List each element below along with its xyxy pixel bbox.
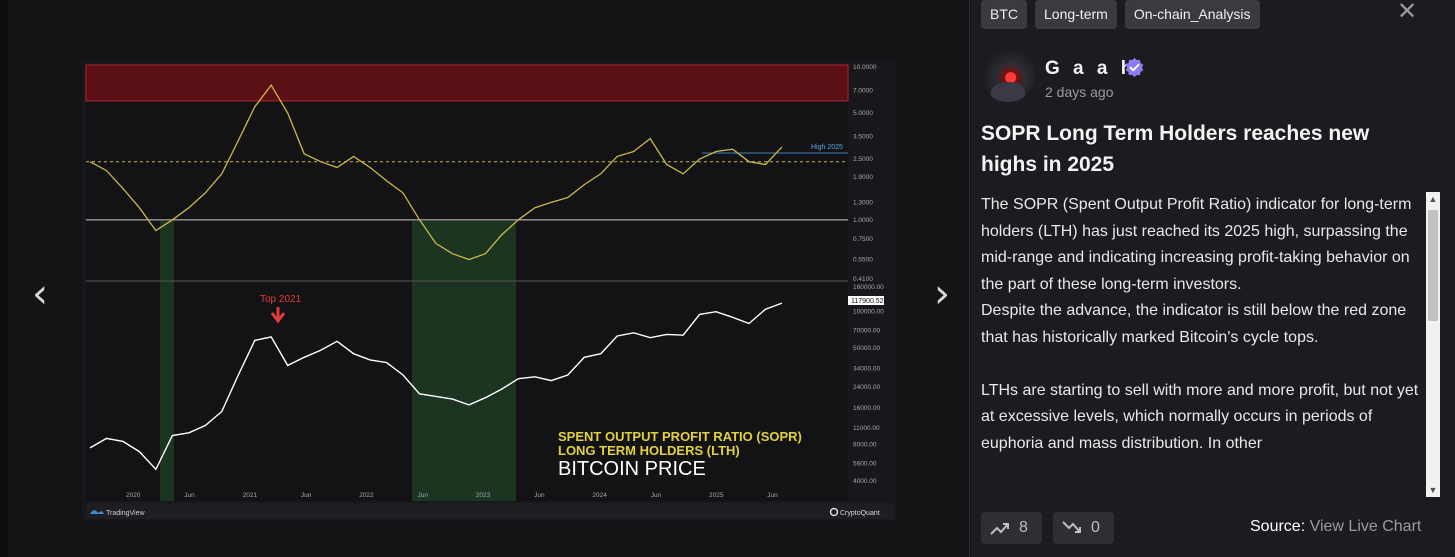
x-tick: Jun	[767, 492, 778, 499]
upper-y-tick: 0.5500	[853, 257, 873, 264]
upper-y-tick: 0.7500	[853, 236, 873, 243]
trending-down-icon	[1062, 521, 1081, 533]
close-icon[interactable]: ✕	[1396, 0, 1418, 24]
chart-svg: High 2025 10.0000 7.0000 5.0000 3.5000 2.500…	[85, 64, 894, 519]
lower-y-tick: 34000.00	[853, 365, 880, 372]
scrollbar[interactable]: ▲ ▼	[1426, 192, 1440, 497]
lower-y-tick: 70000.00	[853, 327, 880, 334]
top-2021-label: Top 2021	[260, 294, 302, 305]
lower-y-tick: 8000.00	[853, 442, 877, 449]
price-label: 117900.52	[851, 298, 884, 305]
upper-y-tick: 5.0000	[853, 110, 873, 117]
author-name[interactable]: G a a h	[1045, 58, 1136, 80]
red-zone	[85, 64, 849, 102]
post-title: SOPR Long Term Holders reaches new highs…	[981, 122, 1370, 176]
green-zone-2020	[160, 221, 174, 501]
x-tick: 2020	[126, 492, 141, 499]
source-line: Source: View Live Chart	[1250, 518, 1421, 536]
tag-btc[interactable]: BTC	[981, 0, 1027, 29]
x-tick: Jun	[534, 492, 545, 499]
lower-y-tick: 160000.00	[853, 284, 884, 291]
lower-y-tick: 4000.00	[853, 478, 877, 485]
upvote-button[interactable]: 8	[981, 512, 1042, 544]
x-tick: 2025	[709, 492, 724, 499]
verified-badge-icon	[1125, 57, 1144, 78]
trending-up-icon	[990, 523, 1009, 535]
high-2025-label: High 2025	[811, 144, 843, 151]
x-tick: 2024	[592, 492, 607, 499]
scroll-down-icon[interactable]: ▼	[1426, 483, 1440, 497]
x-tick: 2021	[243, 492, 258, 499]
chevron-left-icon[interactable]: ‹	[20, 270, 60, 318]
upper-y-tick: 7.0000	[853, 88, 873, 95]
post-body: The SOPR (Spent Output Profit Ratio) ind…	[981, 196, 1419, 452]
upper-y-tick: 1.9000	[853, 174, 873, 181]
upper-y-tick: 1.3000	[853, 199, 873, 206]
tag-list: BTC Long-term On-chain_Analysis	[981, 0, 1260, 29]
post-body-container[interactable]: The SOPR (Spent Output Profit Ratio) ind…	[981, 192, 1421, 497]
downvote-count: 0	[1091, 519, 1100, 536]
source-label: Source:	[1250, 518, 1306, 535]
lower-y-tick: 24000.00	[853, 384, 880, 391]
post-timestamp: 2 days ago	[1045, 84, 1114, 100]
lower-y-tick: 100000.00	[853, 309, 884, 316]
upper-y-tick: 1.0000	[853, 217, 873, 224]
view-live-chart-link[interactable]: View Live Chart	[1310, 518, 1422, 535]
cryptoquant-brand: CryptoQuant	[840, 510, 880, 517]
x-tick: Jun	[418, 492, 429, 499]
upper-y-tick: 10.0000	[853, 64, 877, 71]
lower-y-tick: 5600.00	[853, 460, 877, 467]
tag-on-chain-analysis[interactable]: On-chain_Analysis	[1124, 0, 1260, 29]
downvote-button[interactable]: 0	[1053, 512, 1114, 544]
x-tick: Jun	[184, 492, 195, 499]
scroll-up-icon[interactable]: ▲	[1426, 192, 1440, 206]
tag-long-term[interactable]: Long-term	[1035, 0, 1117, 29]
chevron-right-icon[interactable]: ›	[922, 270, 962, 318]
lower-y-tick: 16000.00	[853, 405, 880, 412]
x-tick: Jun	[651, 492, 662, 499]
upper-y-tick: 2.5000	[853, 156, 873, 163]
legend-sopr: SPENT OUTPUT PROFIT RATIO (SOPR)	[558, 429, 802, 444]
lower-y-tick: 50000.00	[853, 345, 880, 352]
scrollbar-thumb[interactable]	[1428, 210, 1438, 321]
x-tick: 2023	[476, 492, 491, 499]
upper-y-axis: 10.0000 7.0000 5.0000 3.5000 2.5000 1.9000 1.3…	[853, 64, 877, 283]
x-tick: 2022	[359, 492, 374, 499]
legend-price: BITCOIN PRICE	[558, 458, 706, 480]
upper-y-tick: 3.5000	[853, 134, 873, 141]
avatar[interactable]	[981, 48, 1035, 102]
chart-image: High 2025 10.0000 7.0000 5.0000 3.5000 2.500…	[82, 61, 896, 521]
x-tick: Jun	[301, 492, 312, 499]
tradingview-brand: TradingView	[106, 510, 145, 517]
green-zone-2022	[412, 221, 516, 501]
legend-lth: LONG TERM HOLDERS (LTH)	[558, 443, 740, 458]
post-detail-panel: BTC Long-term On-chain_Analysis ✕ G a a …	[971, 0, 1455, 557]
upvote-count: 8	[1019, 519, 1028, 536]
media-viewer: ‹ High 2025 10.0000 7.0000 5.0000 3.5000 2.5…	[0, 0, 970, 557]
upper-y-tick: 0.4100	[853, 276, 873, 283]
lower-y-axis: 160000.00 100000.00 70000.00 50000.00 34000.…	[853, 284, 884, 485]
lower-y-tick: 11000.00	[853, 425, 880, 432]
